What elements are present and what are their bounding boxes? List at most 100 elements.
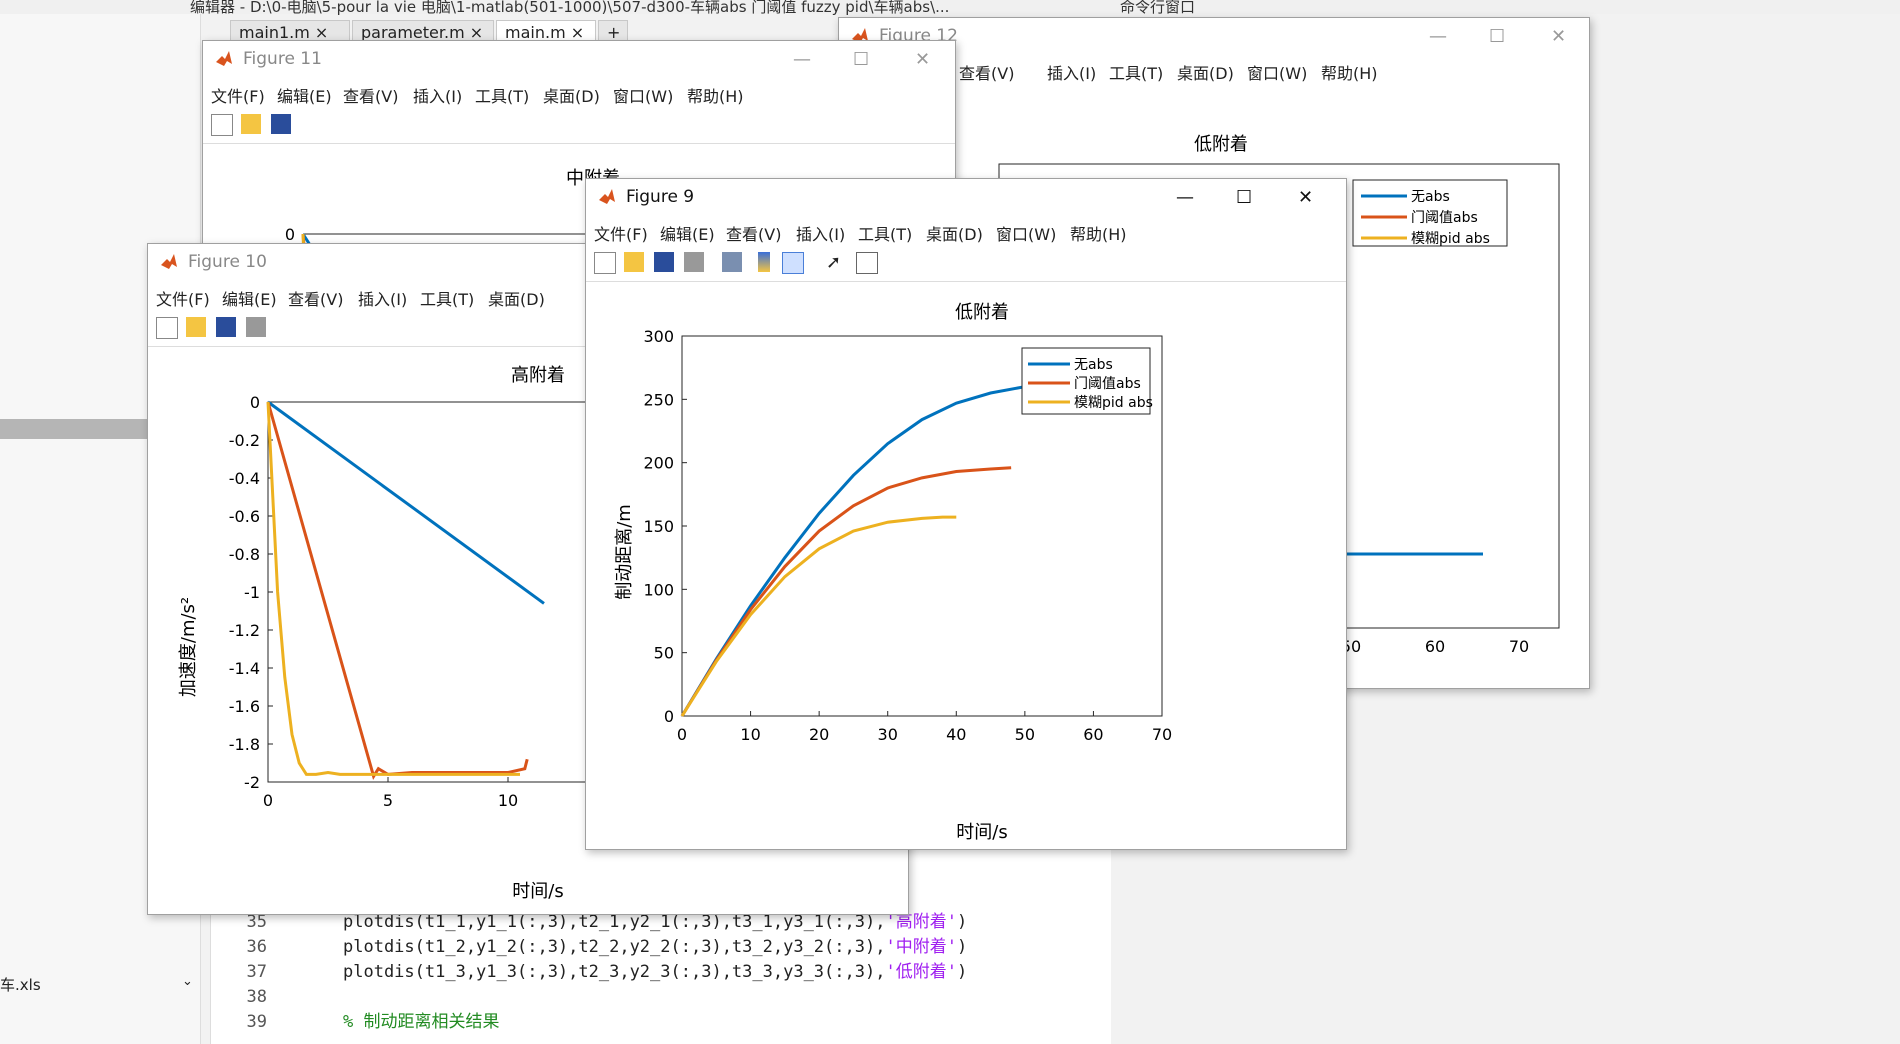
legend-entry: 门阈值abs — [1411, 210, 1478, 226]
close-button[interactable]: ✕ — [1298, 187, 1313, 208]
menu-insert[interactable]: 插入(I) — [413, 83, 462, 107]
save-icon[interactable] — [654, 252, 674, 272]
open-file-icon[interactable] — [624, 252, 644, 272]
legend-entry: 模糊pid abs — [1074, 395, 1153, 411]
figure-title: Figure 11 — [243, 49, 322, 69]
file-item[interactable]: 车.xls — [0, 974, 41, 995]
print-icon[interactable] — [684, 252, 704, 272]
series-line — [266, 401, 520, 776]
print-icon[interactable] — [246, 317, 266, 337]
menu-desktop[interactable]: 桌面(D) — [1177, 60, 1234, 84]
menu-window[interactable]: 窗口(W) — [996, 221, 1056, 245]
pointer-icon[interactable]: ➚ — [826, 252, 846, 273]
new-figure-icon[interactable] — [156, 317, 178, 339]
minimize-button[interactable]: — — [1429, 26, 1447, 47]
y-tick-label: -1.2 — [229, 621, 260, 640]
minimize-button[interactable]: — — [793, 49, 811, 70]
plot-title: 低附着 — [1194, 134, 1248, 155]
menu-file[interactable]: 文件(F) — [211, 83, 265, 107]
menu-help[interactable]: 帮助(H) — [1321, 60, 1378, 84]
menu-tools[interactable]: 工具(T) — [858, 221, 912, 245]
property-editor-icon[interactable] — [856, 252, 878, 274]
save-icon[interactable] — [216, 317, 236, 337]
new-figure-icon[interactable] — [211, 114, 233, 136]
menu-view[interactable]: 查看(V) — [726, 221, 781, 245]
y-tick-label: -0.4 — [229, 469, 260, 488]
series-line — [267, 400, 545, 605]
menu-desktop[interactable]: 桌面(D) — [926, 221, 983, 245]
x-tick-label: 10 — [740, 725, 760, 744]
maximize-button[interactable]: ☐ — [853, 49, 869, 70]
legend-icon[interactable] — [782, 252, 804, 274]
menubar: 文件(F) 编辑(E) 查看(V) 插入(I) 工具(T) 桌面(D) 窗口(W… — [586, 217, 1346, 245]
legend-entry: 无abs — [1074, 357, 1113, 373]
x-tick-label: 0 — [263, 791, 273, 810]
y-tick-label: -1.8 — [229, 735, 260, 754]
save-icon[interactable] — [271, 114, 291, 134]
menu-insert[interactable]: 插入(I) — [796, 221, 845, 245]
menu-edit[interactable]: 编辑(E) — [222, 286, 277, 310]
y-tick-label: -1 — [244, 583, 260, 602]
y-tick-label: 50 — [654, 644, 674, 663]
toolbar: ➚ — [586, 245, 1346, 282]
y-tick-label: -1.4 — [229, 659, 260, 678]
menu-window[interactable]: 窗口(W) — [1247, 60, 1307, 84]
menu-insert[interactable]: 插入(I) — [358, 286, 407, 310]
menu-file[interactable]: 文件(F) — [156, 286, 210, 310]
open-file-icon[interactable] — [241, 114, 261, 134]
figure-9-plot: 低附着 时间/s 制动距离/m 0 10 20 30 40 50 60 70 0 50 100 150… — [586, 282, 1346, 849]
panel-splitter[interactable] — [0, 419, 148, 439]
menu-insert[interactable]: 插入(I) — [1047, 60, 1096, 84]
legend-entry: 模糊pid abs — [1411, 231, 1490, 247]
figure-9-axes: 低附着 时间/s 制动距离/m 0 10 20 30 40 50 60 70 0 50 100 150… — [614, 302, 1172, 843]
y-tick-label: 200 — [643, 454, 674, 473]
close-button[interactable]: ✕ — [1551, 26, 1566, 47]
new-figure-icon[interactable] — [594, 252, 616, 274]
x-tick-label: 70 — [1509, 637, 1529, 656]
menu-tools[interactable]: 工具(T) — [475, 83, 529, 107]
menu-tools[interactable]: 工具(T) — [1109, 60, 1163, 84]
x-tick-label: 40 — [946, 725, 966, 744]
x-tick-label: 60 — [1083, 725, 1103, 744]
menu-window[interactable]: 窗口(W) — [613, 83, 673, 107]
editor-title: 编辑器 - D:\0-电脑\5-pour la vie 电脑\1-matlab(… — [190, 0, 950, 16]
minimize-button[interactable]: — — [1176, 187, 1194, 208]
menu-desktop[interactable]: 桌面(D) — [543, 83, 600, 107]
figure-9-window[interactable]: Figure 9 — ☐ ✕ 文件(F) 编辑(E) 查看(V) 插入(I) 工… — [585, 178, 1347, 850]
editor-titlebar: 编辑器 - D:\0-电脑\5-pour la vie 电脑\1-matlab(… — [0, 0, 1900, 16]
menu-view[interactable]: 查看(V) — [343, 83, 398, 107]
menu-edit[interactable]: 编辑(E) — [660, 221, 715, 245]
colorbar-icon[interactable] — [758, 252, 770, 272]
link-plot-icon[interactable] — [722, 252, 742, 272]
menu-view[interactable]: 查看(V) — [959, 60, 1014, 84]
open-file-icon[interactable] — [186, 317, 206, 337]
figure-title: Figure 10 — [188, 252, 267, 272]
menu-file[interactable]: 文件(F) — [594, 221, 648, 245]
code-line: 38 — [246, 987, 267, 1007]
y-tick-label: 0 — [285, 225, 295, 244]
code-line: 36 plotdis(t1_2,y1_2(:,3),t2_2,y2_2(:,3)… — [246, 937, 968, 957]
x-tick-label: 0 — [677, 725, 687, 744]
menu-tools[interactable]: 工具(T) — [420, 286, 474, 310]
menu-help[interactable]: 帮助(H) — [687, 83, 744, 107]
series-line — [266, 401, 529, 780]
menu-edit[interactable]: 编辑(E) — [277, 83, 332, 107]
titlebar: Figure 11 — ☐ ✕ — [203, 41, 955, 79]
code-line: 37 plotdis(t1_3,y1_3(:,3),t2_3,y2_3(:,3)… — [246, 962, 968, 982]
y-tick-label: 300 — [643, 327, 674, 346]
y-tick-label: 100 — [643, 580, 674, 599]
y-tick-label: -2 — [244, 773, 260, 792]
close-button[interactable]: ✕ — [915, 49, 930, 70]
menu-view[interactable]: 查看(V) — [288, 286, 343, 310]
maximize-button[interactable]: ☐ — [1236, 187, 1252, 208]
legend-entry: 无abs — [1411, 189, 1450, 205]
y-axis-label: 加速度/m/s² — [178, 597, 199, 697]
x-tick-label: 10 — [498, 791, 518, 810]
menu-desktop[interactable]: 桌面(D) — [488, 286, 545, 310]
x-tick-label: 70 — [1152, 725, 1172, 744]
titlebar: Figure 9 — ☐ ✕ — [586, 179, 1346, 217]
x-tick-label: 30 — [878, 725, 898, 744]
maximize-button[interactable]: ☐ — [1489, 26, 1505, 47]
chevron-down-icon[interactable]: ⌄ — [182, 974, 193, 989]
menu-help[interactable]: 帮助(H) — [1070, 221, 1127, 245]
